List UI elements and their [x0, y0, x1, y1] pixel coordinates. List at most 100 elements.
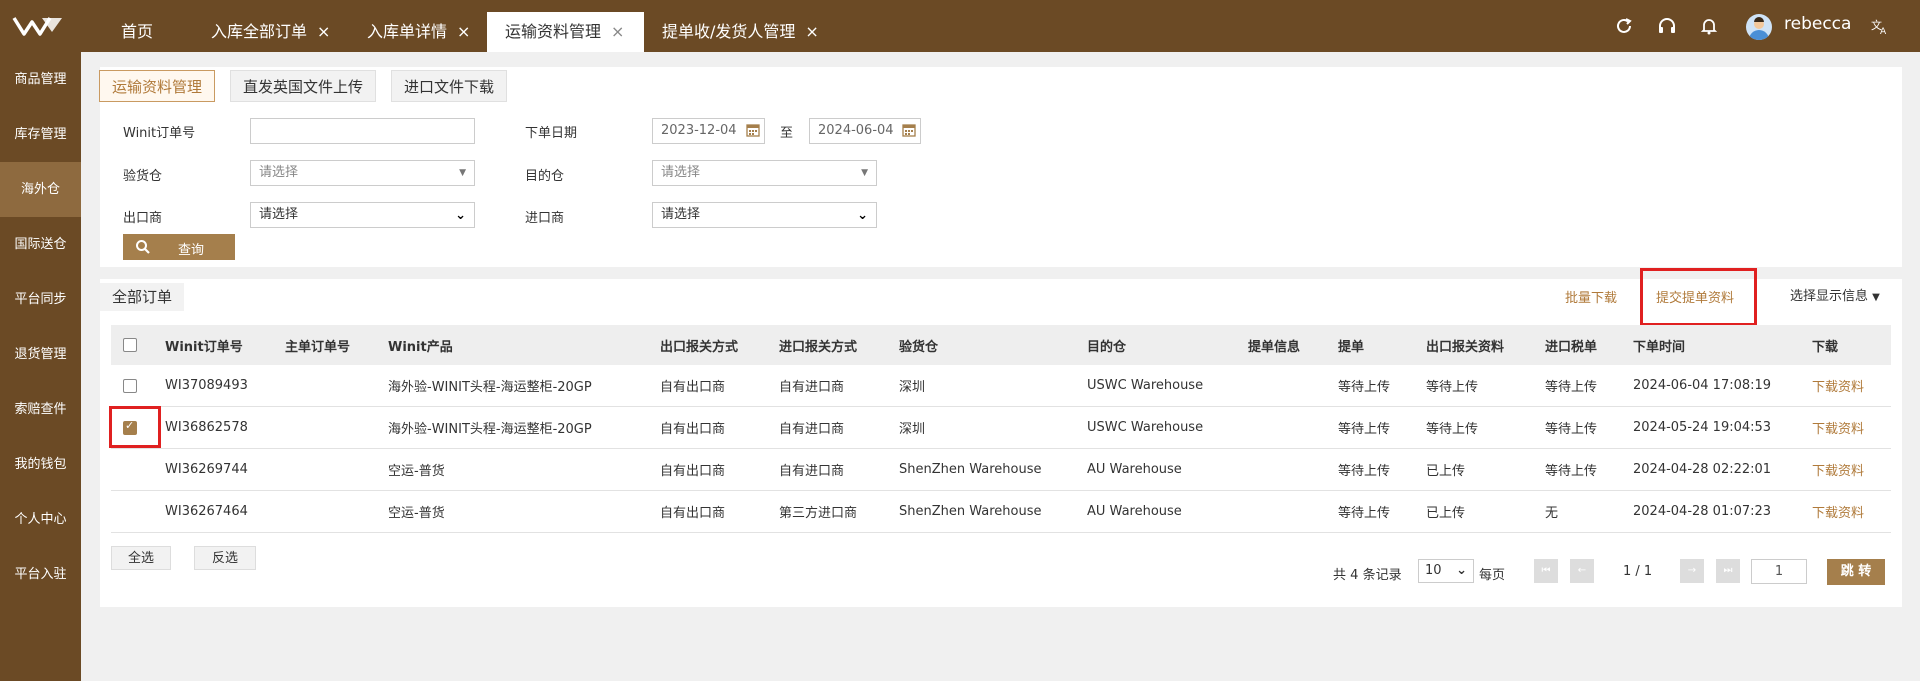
subtab-uk-upload[interactable]: 直发英国文件上传 — [230, 70, 377, 102]
download-link[interactable]: 下载资料 — [1812, 406, 1891, 449]
bell-icon[interactable] — [1699, 16, 1719, 36]
col-header: 下单时间 — [1633, 325, 1812, 365]
close-icon[interactable]: × — [317, 22, 330, 41]
prev-page-button[interactable]: ← — [1570, 559, 1594, 583]
close-icon[interactable]: × — [805, 22, 818, 41]
date-to-input[interactable]: 2024-06-04 — [809, 118, 921, 144]
cell-export: 自有出口商 — [660, 448, 779, 491]
select-all-checkbox[interactable] — [111, 325, 165, 365]
cell-product: 空运-普货 — [388, 448, 660, 491]
date-from-input[interactable]: 2023-12-04 — [652, 118, 765, 144]
cell-bl: 等待上传 — [1338, 406, 1426, 449]
cell-inspection: ShenZhen Warehouse — [899, 448, 1087, 491]
sidebar-item-returns[interactable]: 退货管理 — [0, 327, 81, 382]
tab-label: 运输资料管理 — [505, 22, 602, 41]
sidebar-item-claims[interactable]: 索赔查件 — [0, 382, 81, 437]
cell-inspection: ShenZhen Warehouse — [899, 490, 1087, 533]
table-row: WI36862578 海外验-WINIT头程-海运整柜-20GP自有出口商自有进口… — [111, 406, 1891, 449]
next-page-button[interactable]: → — [1680, 559, 1704, 583]
checkbox[interactable] — [123, 338, 137, 352]
cell-export-docs: 等待上传 — [1426, 365, 1545, 407]
cell-time: 2024-04-28 02:22:01 — [1633, 448, 1812, 491]
cell-master — [285, 448, 388, 491]
tab-transport-docs[interactable]: 运输资料管理 × — [487, 12, 644, 52]
cell-export: 自有出口商 — [660, 365, 779, 407]
tab-label: 提单收/发货人管理 — [662, 22, 796, 41]
refresh-icon[interactable] — [1614, 16, 1634, 36]
cell-import: 第三方进口商 — [779, 490, 899, 533]
tab-inbound-detail[interactable]: 入库单详情 × — [349, 12, 488, 52]
first-page-button[interactable]: ⏮ — [1534, 559, 1558, 583]
avatar[interactable] — [1746, 14, 1772, 40]
cell-dest: USWC Warehouse — [1087, 406, 1248, 449]
cell-dest: AU Warehouse — [1087, 490, 1248, 533]
table-header-row: Winit订单号 主单订单号 Winit产品 出口报关方式 进口报关方式 验货仓… — [111, 325, 1891, 365]
cell-import: 自有进口商 — [779, 365, 899, 407]
col-header: 下载 — [1812, 325, 1891, 365]
importer-label: 进口商 — [525, 211, 565, 226]
importer-value: 请选择 — [661, 207, 701, 222]
inspection-warehouse-select[interactable]: 请选择 ▼ — [250, 160, 475, 186]
tab-bl-party[interactable]: 提单收/发货人管理 × — [644, 12, 837, 52]
cell-time: 2024-04-28 01:07:23 — [1633, 490, 1812, 533]
sidebar-item-product[interactable]: 商品管理 — [0, 52, 81, 107]
batch-download-link[interactable]: 批量下载 — [1565, 287, 1617, 306]
tab-inbound-orders[interactable]: 入库全部订单 × — [193, 12, 348, 52]
order-no-input[interactable] — [250, 118, 475, 144]
table-row: WI37089493 海外验-WINIT头程-海运整柜-20GP 自有出口商 自有进口… — [111, 365, 1891, 407]
row-checkbox-cell — [111, 448, 165, 491]
tab-label: 首页 — [121, 22, 154, 41]
cell-master — [285, 406, 388, 449]
inspection-placeholder: 请选择 — [259, 165, 299, 180]
jump-button[interactable]: 跳 转 — [1827, 559, 1885, 585]
last-page-button[interactable]: ⏭ — [1716, 559, 1740, 583]
sidebar-item-inventory[interactable]: 库存管理 — [0, 107, 81, 162]
cell-export: 自有出口商 — [660, 406, 779, 449]
choose-display-dropdown[interactable]: 选择显示信息 ▼ — [1790, 285, 1880, 304]
cell-order: WI36267464 — [165, 490, 285, 533]
date-from-value: 2023-12-04 — [661, 123, 737, 138]
cell-bl-info — [1248, 490, 1338, 533]
logo-icon[interactable] — [12, 14, 68, 38]
cell-export: 自有出口商 — [660, 490, 779, 533]
calendar-icon[interactable] — [746, 123, 760, 137]
download-link[interactable]: 下载资料 — [1812, 365, 1891, 407]
cell-order: WI36269744 — [165, 448, 285, 491]
total-records: 共 4 条记录 — [1333, 564, 1402, 583]
download-link[interactable]: 下载资料 — [1812, 490, 1891, 533]
cell-bl: 等待上传 — [1338, 490, 1426, 533]
headset-icon[interactable] — [1657, 16, 1677, 36]
calendar-icon[interactable] — [902, 123, 916, 137]
sidebar-item-overseas[interactable]: 海外仓 — [0, 162, 81, 217]
sidebar-item-intl-delivery[interactable]: 国际送仓 — [0, 217, 81, 272]
select-all-button[interactable]: 全选 — [111, 546, 171, 570]
invert-selection-button[interactable]: 反选 — [194, 546, 256, 570]
close-icon[interactable]: × — [611, 22, 624, 41]
date-separator: 至 — [780, 126, 794, 141]
subtab-import-download[interactable]: 进口文件下载 — [391, 70, 508, 102]
dest-warehouse-label: 目的仓 — [525, 169, 565, 184]
page-jump-input[interactable]: 1 — [1751, 559, 1807, 584]
importer-select[interactable]: 请选择 ⌄ — [652, 202, 877, 228]
close-icon[interactable]: × — [457, 22, 470, 41]
sidebar-item-profile[interactable]: 个人中心 — [0, 492, 81, 547]
tab-all-orders[interactable]: 全部订单 — [100, 283, 185, 311]
col-header: 进口报关方式 — [779, 325, 899, 365]
sidebar-item-platform-sync[interactable]: 平台同步 — [0, 272, 81, 327]
exporter-value: 请选择 — [259, 207, 299, 222]
col-header: 提单 — [1338, 325, 1426, 365]
translate-icon[interactable]: 文A — [1870, 16, 1890, 36]
dest-warehouse-select[interactable]: 请选择 ▼ — [652, 160, 877, 186]
sidebar-item-wallet[interactable]: 我的钱包 — [0, 437, 81, 492]
download-link[interactable]: 下载资料 — [1812, 448, 1891, 491]
username[interactable]: rebecca — [1784, 14, 1851, 34]
exporter-select[interactable]: 请选择 ⌄ — [250, 202, 475, 228]
tab-home[interactable]: 首页 — [103, 12, 171, 52]
cell-dest: USWC Warehouse — [1087, 365, 1248, 407]
query-button[interactable]: 查询 — [123, 234, 235, 260]
cell-bl-info — [1248, 365, 1338, 407]
page-size-select[interactable]: 10 ⌄ — [1418, 559, 1474, 583]
checkbox[interactable] — [123, 378, 137, 393]
sidebar-item-platform-join[interactable]: 平台入驻 — [0, 547, 81, 602]
subtab-transport-docs[interactable]: 运输资料管理 — [99, 70, 216, 102]
